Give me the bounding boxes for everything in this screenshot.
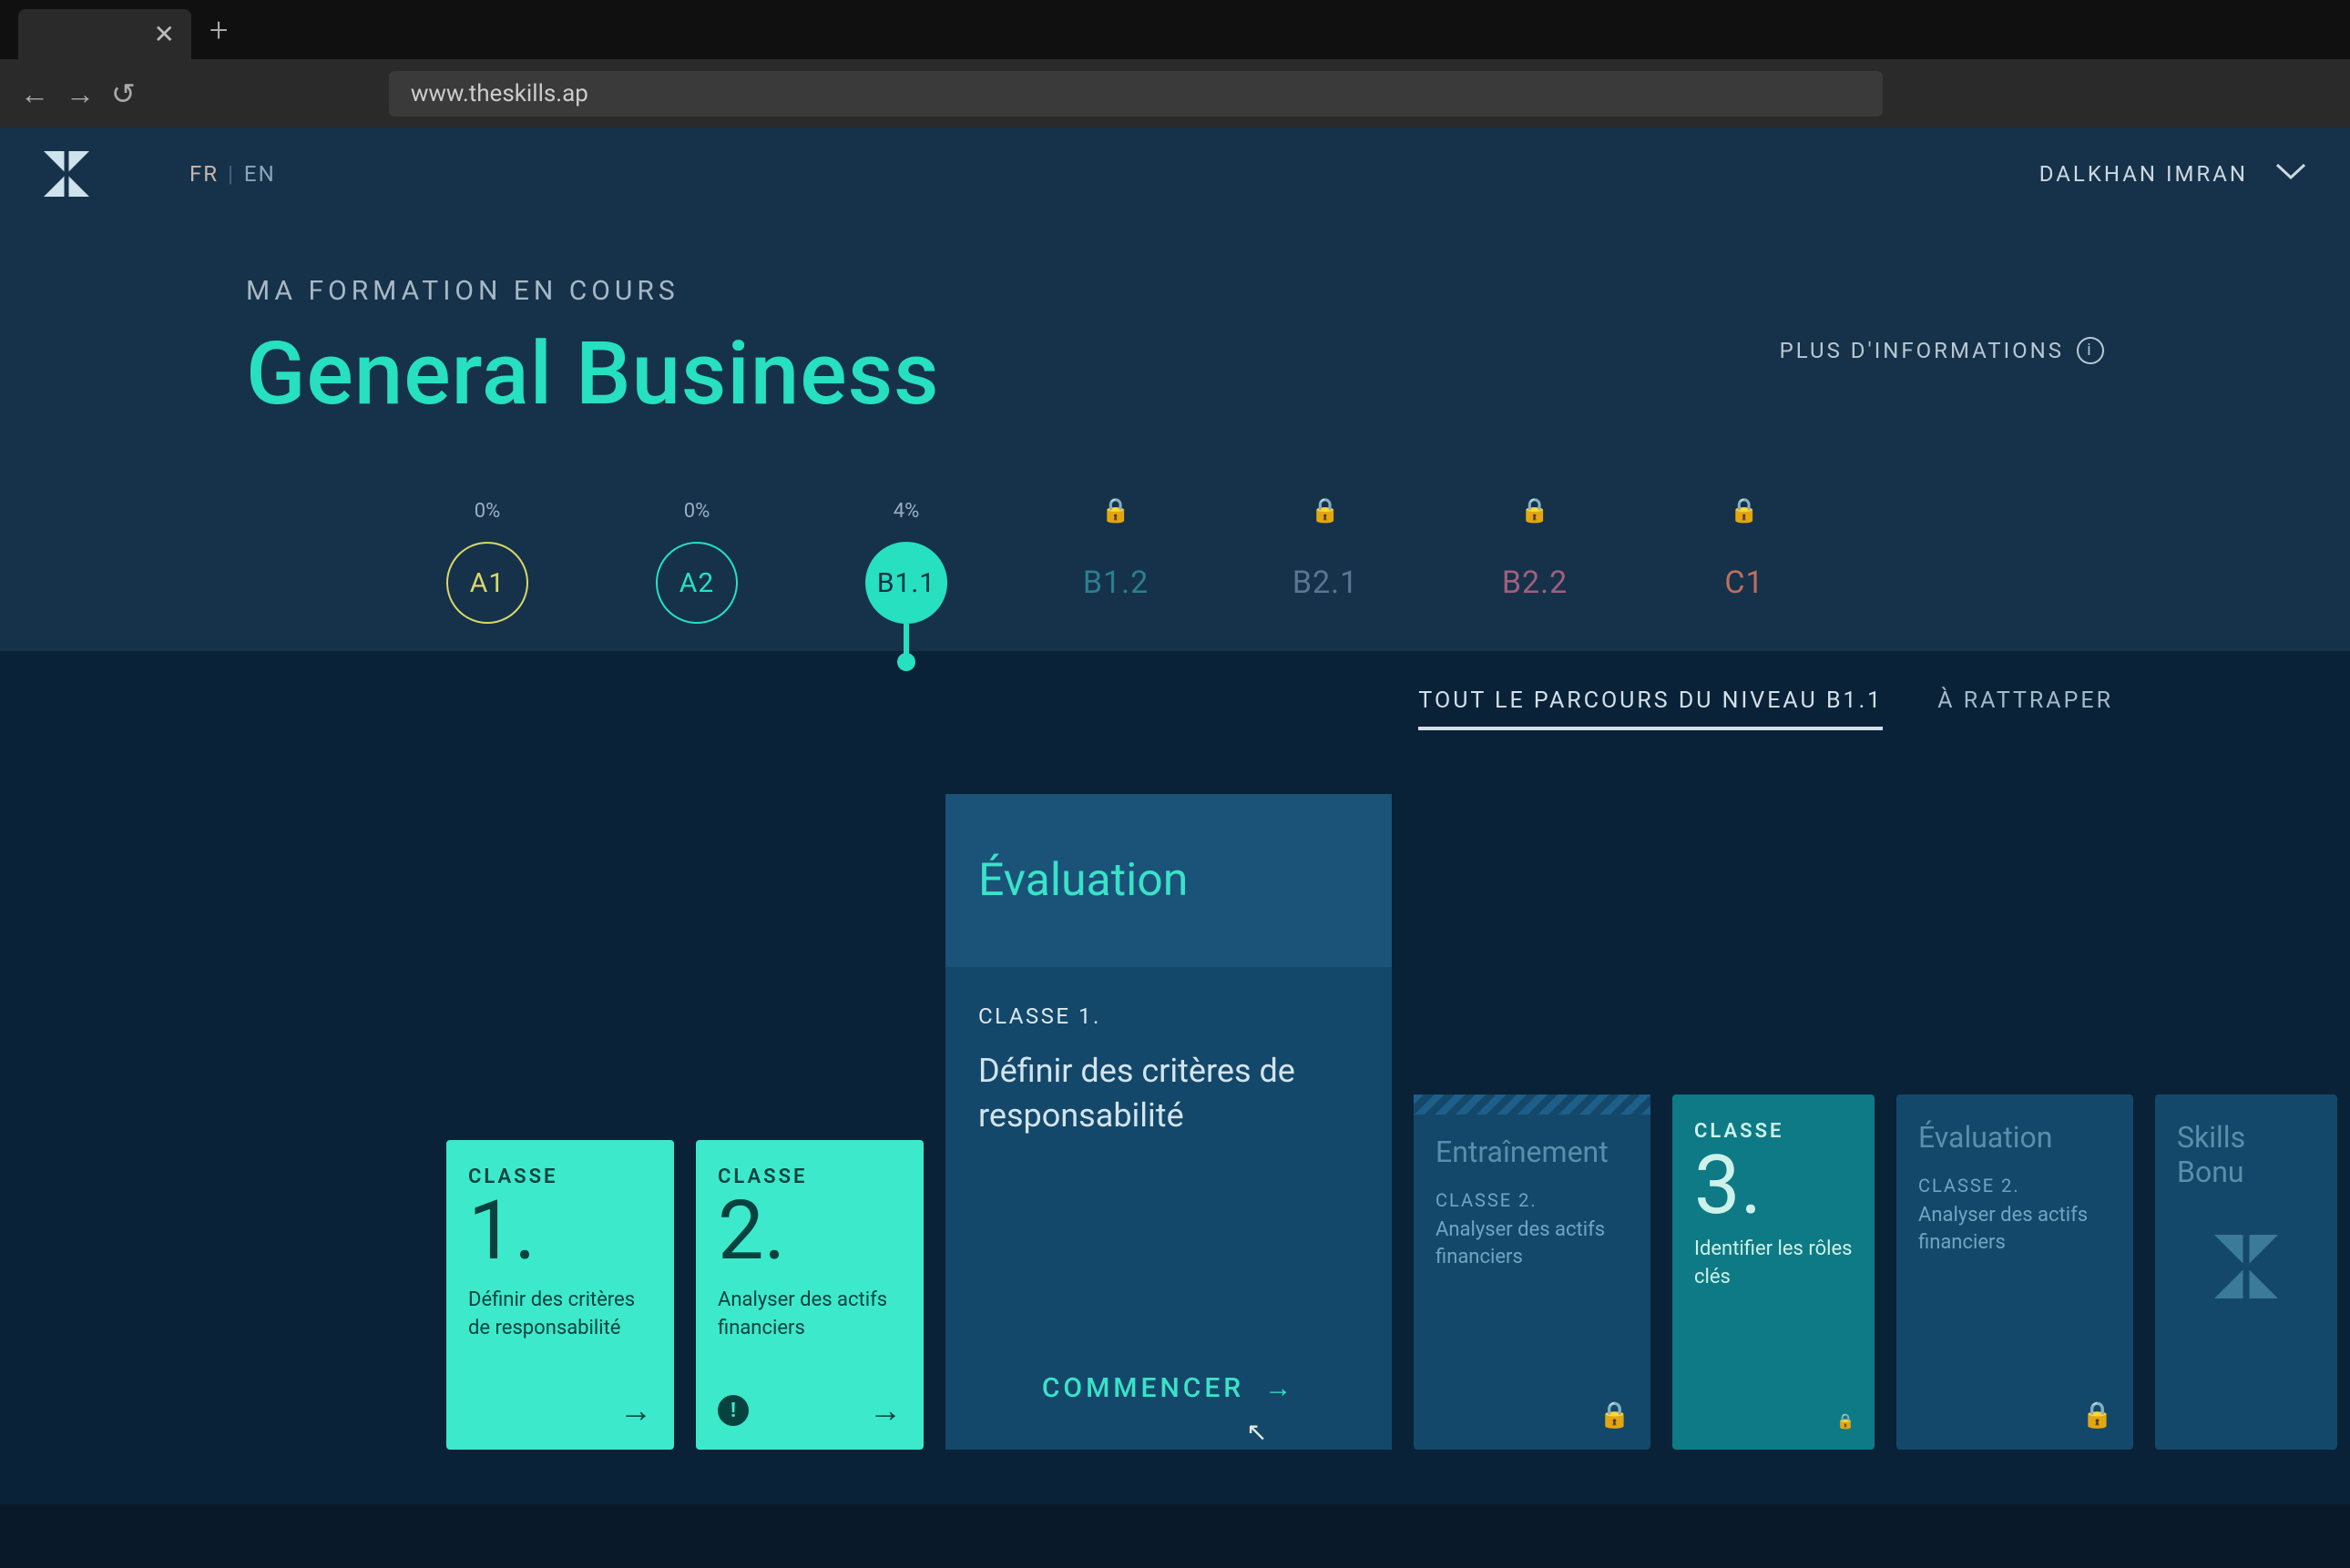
level-c1-locked: 🔒 C1 [1703,498,1785,624]
level-pct: 4% [894,498,919,524]
lock-icon: 🔒 [1599,1400,1630,1430]
level-connector [904,624,909,662]
card-desc: Définir des critères de responsabilité [468,1287,652,1343]
level-badge: A2 [656,542,738,624]
lang-en[interactable]: EN [244,161,276,187]
chevron-down-icon[interactable] [2275,161,2306,187]
card-classe-3-locked: CLASSE 3. Identifier les rôles clés 🔒 [1672,1095,1875,1450]
level-b22-locked: 🔒 B2.2 [1494,498,1576,624]
arrow-right-icon: → [869,1391,902,1430]
card-evaluation-active[interactable]: Évaluation CLASSE 1. Définir des critère… [945,794,1392,1450]
level-b11-active[interactable]: 4% B1.1 [865,498,947,624]
level-badge: B1.2 [1075,542,1157,624]
card-desc: Identifier les rôles clés [1694,1236,1853,1292]
filter-tabs: TOUT LE PARCOURS DU NIVEAU B1.1 À RATTRA… [55,687,2295,730]
lock-icon: 🔒 [1730,498,1759,524]
lock-icon: 🔒 [1101,498,1130,524]
browser-chrome: ✕ + ← → ↺ www.theskills.ap [0,0,2350,127]
level-badge: B1.1 [865,542,947,624]
cards-track[interactable]: CLASSE 1. Définir des critères de respon… [55,794,2295,1450]
card-title: Évaluation [1918,1120,2111,1155]
browser-tab[interactable]: ✕ [18,9,191,59]
card-desc: Analyser des actifs financiers [1918,1202,2111,1256]
page-header: FR | EN DALKHAN IMRAN MA FORMATION EN CO… [0,127,2350,651]
lock-icon: 🔒 [1311,498,1340,524]
card-desc: Analyser des actifs financiers [1436,1217,1629,1270]
back-icon[interactable]: ← [20,76,49,111]
card-title: Entraînement [1436,1135,1629,1169]
pinwheel-icon [2177,1235,2315,1298]
browser-tab-bar: ✕ + [0,0,2350,59]
level-badge: B2.2 [1494,542,1576,624]
reload-icon[interactable]: ↺ [111,76,136,111]
forward-icon[interactable]: → [66,76,95,111]
lang-separator: | [228,161,235,187]
level-a1[interactable]: 0% A1 [446,498,528,624]
card-classe-2[interactable]: CLASSE 2. Analyser des actifs financiers… [696,1140,924,1450]
lock-icon: 🔒 [1836,1412,1854,1430]
lock-icon: 🔒 [1520,498,1549,524]
lock-icon: 🔒 [2081,1400,2113,1430]
card-number: 3. [1694,1145,1853,1227]
level-badge: A1 [446,542,528,624]
user-menu[interactable]: DALKHAN IMRAN [2039,161,2306,187]
card-evaluation-locked: Évaluation CLASSE 2. Analyser des actifs… [1896,1095,2133,1450]
level-badge: C1 [1703,542,1785,624]
card-title: Évaluation [978,854,1188,907]
card-desc: Définir des critères de responsabilité [978,1049,1359,1137]
card-number: 2. [718,1190,902,1272]
more-info-label: PLUS D'INFORMATIONS [1780,338,2064,363]
level-b21-locked: 🔒 B2.1 [1284,498,1366,624]
logo-icon[interactable] [44,151,89,197]
url-text: www.theskills.ap [411,80,588,107]
level-pct: 0% [684,498,710,524]
top-nav: FR | EN DALKHAN IMRAN [0,127,2350,220]
commencer-button[interactable]: COMMENCER → [945,1372,1392,1450]
level-a2[interactable]: 0% A2 [656,498,738,624]
more-info-link[interactable]: PLUS D'INFORMATIONS i [1780,337,2104,364]
card-eyebrow: CLASSE 1. [978,1003,1359,1029]
level-b12-locked: 🔒 B1.2 [1075,498,1157,624]
tab-a-rattraper[interactable]: À RATTRAPER [1937,687,2113,730]
card-classe-1[interactable]: CLASSE 1. Définir des critères de respon… [446,1140,674,1450]
card-desc: Analyser des actifs financiers [718,1287,902,1343]
alert-icon: ! [718,1395,749,1426]
url-bar[interactable]: www.theskills.ap [389,71,1883,117]
arrow-right-icon: → [619,1391,652,1430]
card-title: Skills Bonu [2177,1120,2315,1189]
browser-nav-bar: ← → ↺ www.theskills.ap [0,59,2350,127]
level-badge: B2.1 [1284,542,1366,624]
level-selector: 0% A1 0% A2 4% B1.1 🔒 B1.2 🔒 B2.1 🔒 [237,498,2113,624]
card-eyebrow: CLASSE 2. [1918,1175,2111,1196]
hero: MA FORMATION EN COURS General Business P… [237,220,2113,624]
card-skills-bonus-locked: Skills Bonu [2155,1095,2337,1450]
user-name: DALKHAN IMRAN [2039,161,2248,187]
card-number: 1. [468,1190,652,1272]
info-icon: i [2077,337,2104,364]
hero-eyebrow: MA FORMATION EN COURS [246,275,940,307]
close-icon[interactable]: ✕ [154,19,175,49]
language-switcher[interactable]: FR | EN [189,161,276,187]
arrow-right-icon: → [1264,1372,1295,1404]
content-area: TOUT LE PARCOURS DU NIVEAU B1.1 À RATTRA… [0,651,2350,1504]
card-entrainement-locked: Entraînement CLASSE 2. Analyser des acti… [1414,1095,1650,1450]
card-header: Évaluation [945,794,1392,967]
tab-all-parcours[interactable]: TOUT LE PARCOURS DU NIVEAU B1.1 [1418,687,1883,730]
cta-label: COMMENCER [1042,1372,1244,1404]
new-tab-icon[interactable]: + [209,11,228,49]
lang-fr[interactable]: FR [189,161,219,187]
card-eyebrow: CLASSE 2. [1436,1189,1629,1211]
page-title: General Business [246,323,940,425]
level-pct: 0% [475,498,500,524]
